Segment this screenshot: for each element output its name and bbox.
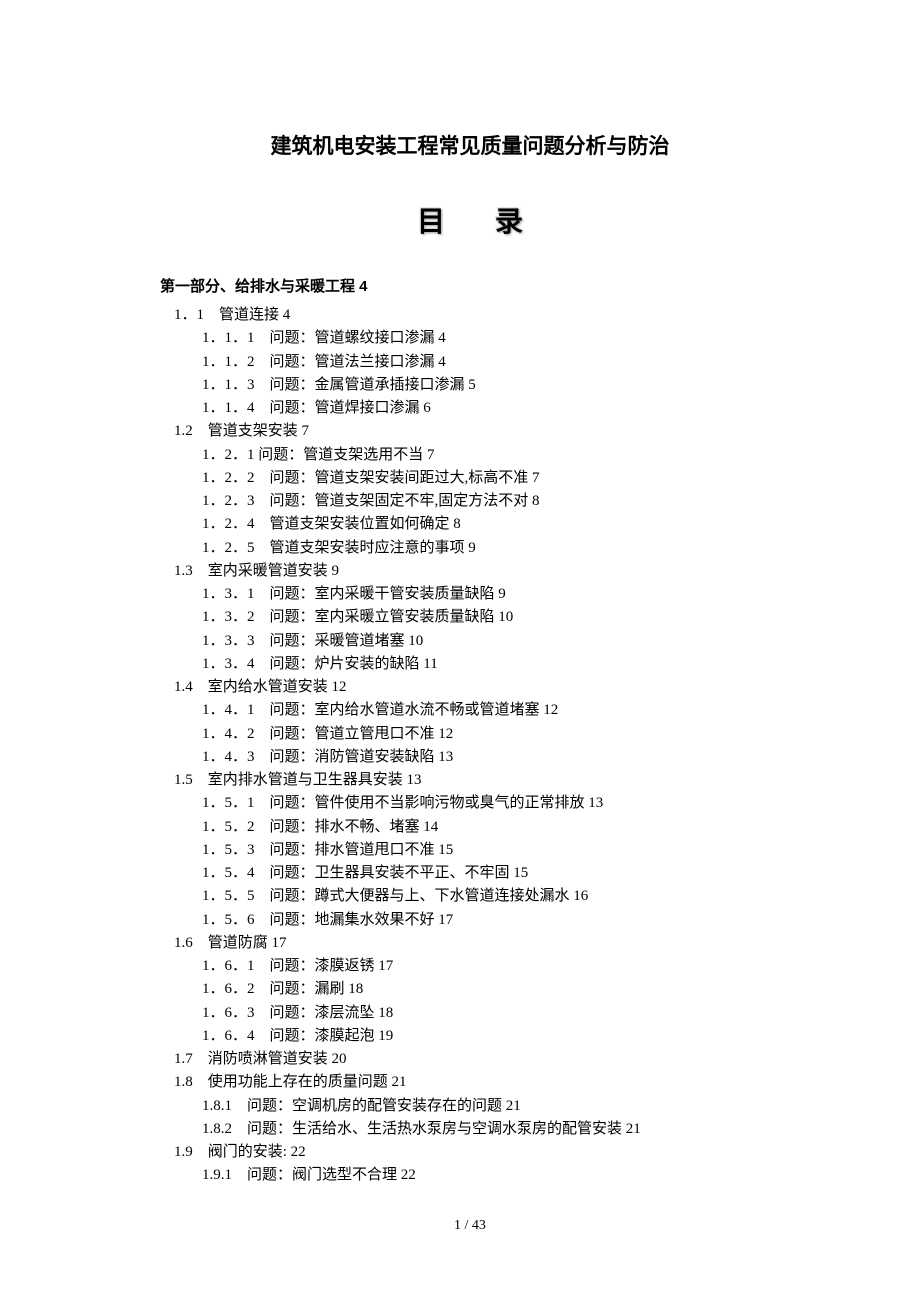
toc-entry: 1．5．1 问题：管件使用不当影响污物或臭气的正常排放 13 — [160, 792, 780, 815]
toc-entry: 1.8 使用功能上存在的质量问题 21 — [160, 1071, 780, 1094]
toc-entry: 1.2 管道支架安装 7 — [160, 420, 780, 443]
toc-entry: 1．3．2 问题：室内采暖立管安装质量缺陷 10 — [160, 606, 780, 629]
toc-entry: 1．3．4 问题：炉片安装的缺陷 11 — [160, 653, 780, 676]
toc-entry: 1．1 管道连接 4 — [160, 304, 780, 327]
toc-entry: 1．5．2 问题：排水不畅、堵塞 14 — [160, 816, 780, 839]
toc-entry: 1.6 管道防腐 17 — [160, 932, 780, 955]
toc-heading: 目录 — [160, 200, 780, 240]
toc-entry: 1．3．1 问题：室内采暖干管安装质量缺陷 9 — [160, 583, 780, 606]
toc-entry: 1.8.2 问题：生活给水、生活热水泵房与空调水泵房的配管安装 21 — [160, 1118, 780, 1141]
toc-entry: 1.3 室内采暖管道安装 9 — [160, 560, 780, 583]
toc-entry: 1.9 阀门的安装: 22 — [160, 1141, 780, 1164]
toc-entry: 1．6．1 问题：漆膜返锈 17 — [160, 955, 780, 978]
toc-entry: 1．1．2 问题：管道法兰接口渗漏 4 — [160, 351, 780, 374]
toc-entry: 1．1．1 问题：管道螺纹接口渗漏 4 — [160, 327, 780, 350]
document-page: 建筑机电安装工程常见质量问题分析与防治 目录 第一部分、给排水与采暖工程 4 1… — [0, 0, 920, 1274]
toc-entry: 1．5．6 问题：地漏集水效果不好 17 — [160, 909, 780, 932]
toc-entry: 1.9.1 问题：阀门选型不合理 22 — [160, 1164, 780, 1187]
toc-entry: 1．2．5 管道支架安装时应注意的事项 9 — [160, 537, 780, 560]
toc-entry: 1.4 室内给水管道安装 12 — [160, 676, 780, 699]
toc-entry: 1．5．5 问题：蹲式大便器与上、下水管道连接处漏水 16 — [160, 885, 780, 908]
toc-list: 1．1 管道连接 41．1．1 问题：管道螺纹接口渗漏 41．1．2 问题：管道… — [160, 304, 780, 1188]
toc-entry: 1.5 室内排水管道与卫生器具安装 13 — [160, 769, 780, 792]
toc-entry: 1．1．3 问题：金属管道承插接口渗漏 5 — [160, 374, 780, 397]
page-number: 1 / 43 — [160, 1218, 780, 1234]
toc-entry: 1．1．4 问题：管道焊接口渗漏 6 — [160, 397, 780, 420]
toc-entry: 1．6．3 问题：漆层流坠 18 — [160, 1002, 780, 1025]
toc-entry: 1．6．4 问题：漆膜起泡 19 — [160, 1025, 780, 1048]
document-title: 建筑机电安装工程常见质量问题分析与防治 — [160, 130, 780, 160]
toc-entry: 1.8.1 问题：空调机房的配管安装存在的问题 21 — [160, 1095, 780, 1118]
toc-entry: 1.7 消防喷淋管道安装 20 — [160, 1048, 780, 1071]
toc-entry: 1．4．3 问题：消防管道安装缺陷 13 — [160, 746, 780, 769]
toc-entry: 1．2．4 管道支架安装位置如何确定 8 — [160, 513, 780, 536]
toc-entry: 1．2．2 问题：管道支架安装间距过大,标高不准 7 — [160, 467, 780, 490]
toc-entry: 1．2．3 问题：管道支架固定不牢,固定方法不对 8 — [160, 490, 780, 513]
toc-entry: 1．4．1 问题：室内给水管道水流不畅或管道堵塞 12 — [160, 699, 780, 722]
toc-entry: 1．5．3 问题：排水管道甩口不准 15 — [160, 839, 780, 862]
toc-entry: 1．4．2 问题：管道立管甩口不准 12 — [160, 723, 780, 746]
part-heading: 第一部分、给排水与采暖工程 4 — [160, 275, 780, 296]
toc-entry: 1．2．1 问题：管道支架选用不当 7 — [160, 444, 780, 467]
toc-entry: 1．5．4 问题：卫生器具安装不平正、不牢固 15 — [160, 862, 780, 885]
toc-entry: 1．6．2 问题：漏刷 18 — [160, 978, 780, 1001]
toc-entry: 1．3．3 问题：采暖管道堵塞 10 — [160, 630, 780, 653]
